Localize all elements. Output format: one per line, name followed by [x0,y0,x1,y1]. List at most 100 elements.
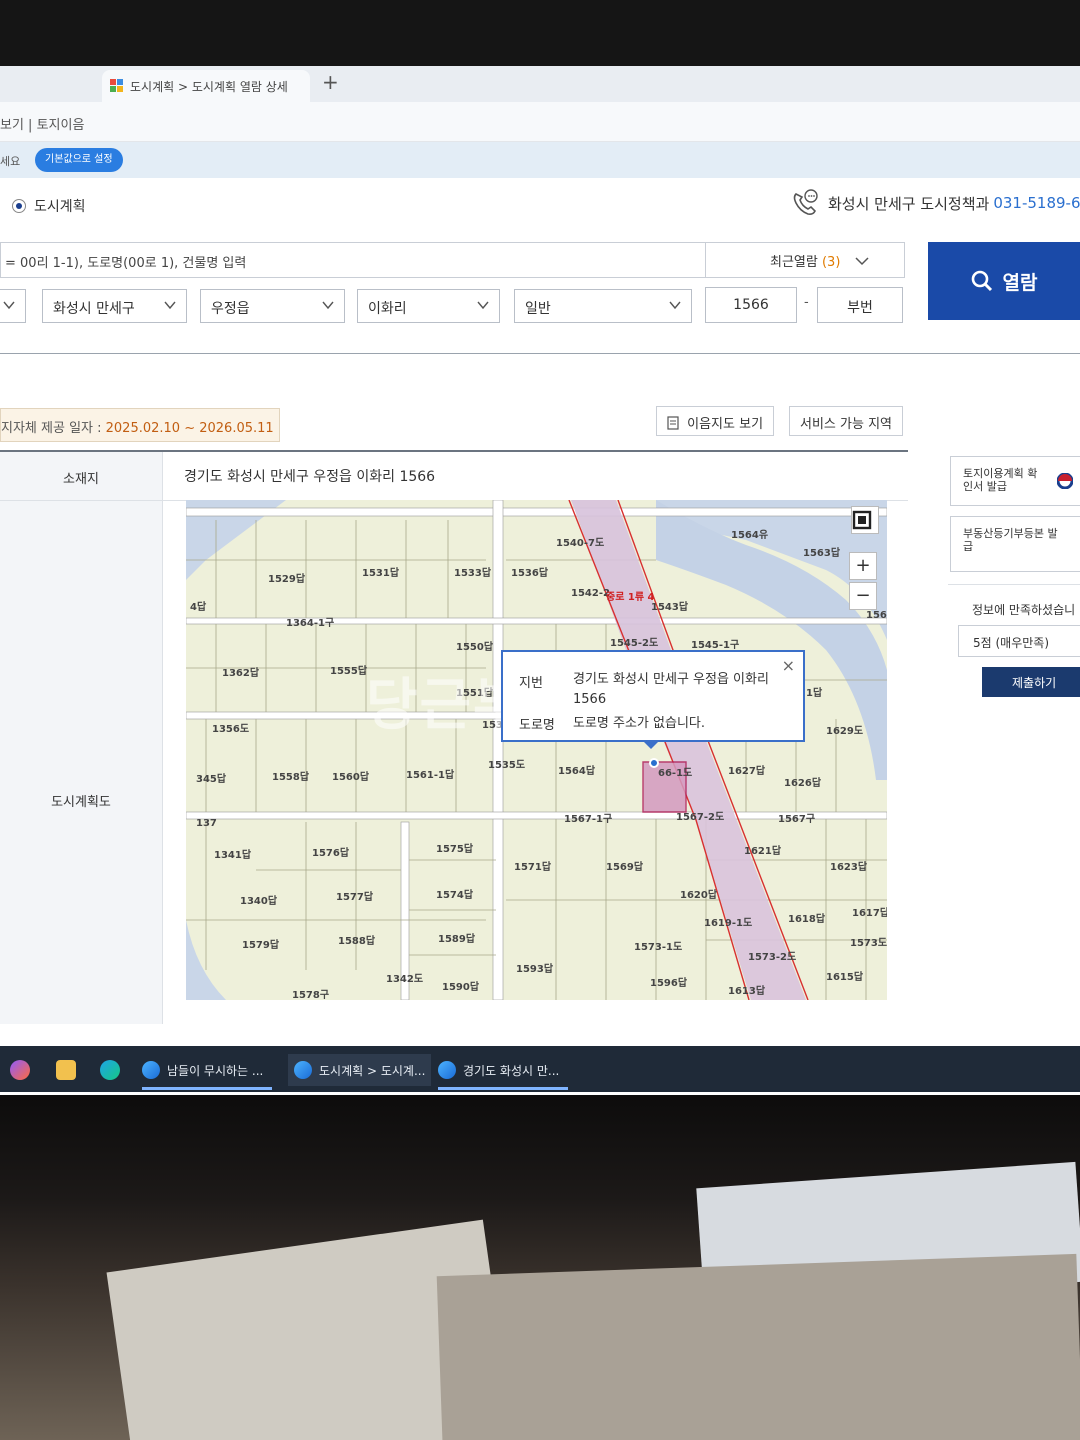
taskbar-app-3-label: 경기도 화성시 만... [463,1063,560,1078]
lot-label: 1364-1구 [286,618,335,629]
edge-icon [142,1061,160,1079]
lot-label: 1356도 [212,724,250,735]
town-value: 우정읍 [211,301,250,317]
lot-label: 1573-2도 [748,952,797,963]
lot-label: 1341답 [214,850,252,861]
copilot-icon[interactable] [10,1060,30,1080]
chevron-down-icon [855,257,869,266]
radio-selected-icon[interactable] [12,199,26,213]
zoom-in-button[interactable]: + [849,552,877,580]
lot-label: 1590답 [442,982,480,993]
recent-views-dropdown[interactable]: 최근열람 (3) [705,242,905,278]
search-type-radio[interactable]: 도시계획 [12,196,86,216]
province-select[interactable] [0,289,26,323]
taskbar-app-3[interactable]: 경기도 화성시 만... [438,1054,568,1090]
open-map-label: 이음지도 보기 [687,417,764,432]
new-tab-button[interactable]: + [322,70,339,94]
lot-label: 1615답 [826,972,864,983]
lot-label: 1560답 [332,772,370,783]
lot-label: 1569답 [606,862,644,873]
lot-label: 1561-1답 [406,770,455,781]
monitor-bezel [0,0,1080,70]
tab-title: 도시계획 > 도시계획 열람 상세 [130,79,288,94]
edge-icon [438,1061,456,1079]
lot-label: 1550답 [456,642,494,653]
desk-background [0,1095,1080,1440]
lot-label: 1613답 [728,986,766,997]
lot-label: 1618답 [788,914,826,925]
jibun-value: 경기도 화성시 만세구 우정읍 이화리 [573,672,769,687]
survey-rating-select[interactable]: 5점 (매우만족) [958,625,1080,657]
lot-label: 1575답 [436,844,474,855]
edge-icon [294,1061,312,1079]
land-type-select[interactable]: 일반 [514,289,692,323]
town-select[interactable]: 우정읍 [200,289,345,323]
contact-info: 화성시 만세구 도시정책과 031-5189-66 [790,188,1080,218]
taskbar-app-2[interactable]: 도시계획 > 도시계... [288,1054,432,1086]
lot-label: 1589답 [438,934,476,945]
location-value: 경기도 화성시 만세구 우정읍 이화리 1566 [184,469,436,485]
search-button-label: 열람 [1002,271,1038,294]
lot-label: 1617답 [852,908,887,919]
browser-tab[interactable]: 도시계획 > 도시계획 열람 상세 [102,70,310,102]
lot-label: 1571답 [514,862,552,873]
lot-label: 1545-2도 [610,638,659,649]
city-planning-map[interactable]: 1529답 1531답 1533답 1536답 1540-7도 1564유 15… [186,500,887,1000]
file-explorer-icon[interactable] [56,1060,76,1080]
lot-label: 1573-1도 [634,942,683,953]
recent-label: 최근열람 [770,255,818,270]
site-favicon-icon [110,79,124,93]
lot-label: 1529답 [268,574,306,585]
location-pin-icon [649,758,659,768]
phone-icon [793,189,818,215]
lot-label: 1558답 [272,772,310,783]
bookmark-links[interactable]: 보기 | 토지이음 [0,114,84,133]
survey-submit-button[interactable]: 제출하기 [982,667,1080,697]
zoom-out-button[interactable]: − [849,582,877,610]
popup-close-button[interactable]: × [782,656,795,675]
lot-label: 1629도 [826,726,864,737]
lot-label: 345답 [196,774,227,785]
fullscreen-button[interactable] [851,506,879,534]
tab-strip: 도시계획 > 도시계획 열람 상세 + [0,66,1080,102]
edge-icon[interactable] [100,1060,120,1080]
lot-label: 1563답 [803,548,841,559]
search-button[interactable]: 열람 [928,242,1080,320]
region-select[interactable]: 화성시 만세구 [42,289,187,323]
popup-pointer [642,740,660,749]
land-use-certificate-button[interactable]: 토지이용계획 확인서 발급 [950,456,1080,506]
lot-label: 1533답 [454,568,492,579]
lot-label: 1573도 [850,938,887,949]
page-content: 도시계획 화성시 만세구 도시정책과 031-5189-66 = 00리 1-1… [0,178,1080,1102]
parcel-info-popup: 지번 경기도 화성시 만세구 우정읍 이화리 1566 도로명 도로명 주소가 … [501,650,805,742]
contact-phone: 031-5189-66 [993,194,1080,212]
lot-label: 1623답 [830,862,868,873]
lot-label: 1362답 [222,668,260,679]
lot-label: 1621답 [744,846,782,857]
fullscreen-icon [852,510,872,530]
taskbar-app-2-label: 도시계획 > 도시계... [319,1063,426,1078]
jibun-label: 지번 [519,676,543,691]
service-area-button[interactable]: 서비스 가능 지역 [789,406,903,436]
lot-label: 1567구 [778,814,816,825]
village-select[interactable]: 이화리 [357,289,500,323]
lot-label: 1578구 [292,990,330,1000]
set-default-button[interactable]: 기본값으로 설정 [35,148,123,172]
road-label: 도로명 [519,718,555,733]
region-value: 화성시 만세구 [53,301,135,317]
registry-copy-button[interactable]: 부동산등기부등본 발급 [950,516,1080,572]
lot-label: 1596답 [650,978,688,989]
location-header: 소재지 [0,452,163,500]
bookmarks-bar: 보기 | 토지이음 [0,102,1080,142]
lot-label: 1567-2도 [676,812,725,823]
lot-label: 137 [196,818,217,829]
open-map-button[interactable]: 이음지도 보기 [656,406,775,436]
taskbar-app-1[interactable]: 남들이 무시하는 ... [142,1054,272,1090]
main-number-input[interactable]: 1566 [705,287,797,323]
lot-label: 1576답 [312,848,350,859]
lot-label: 1536답 [511,568,549,579]
sub-number-input[interactable]: 부번 [817,287,903,323]
road-zone-label: 중로 1류 4 [606,592,655,603]
lot-label: 1531답 [362,568,400,579]
chevron-down-icon [3,301,15,310]
